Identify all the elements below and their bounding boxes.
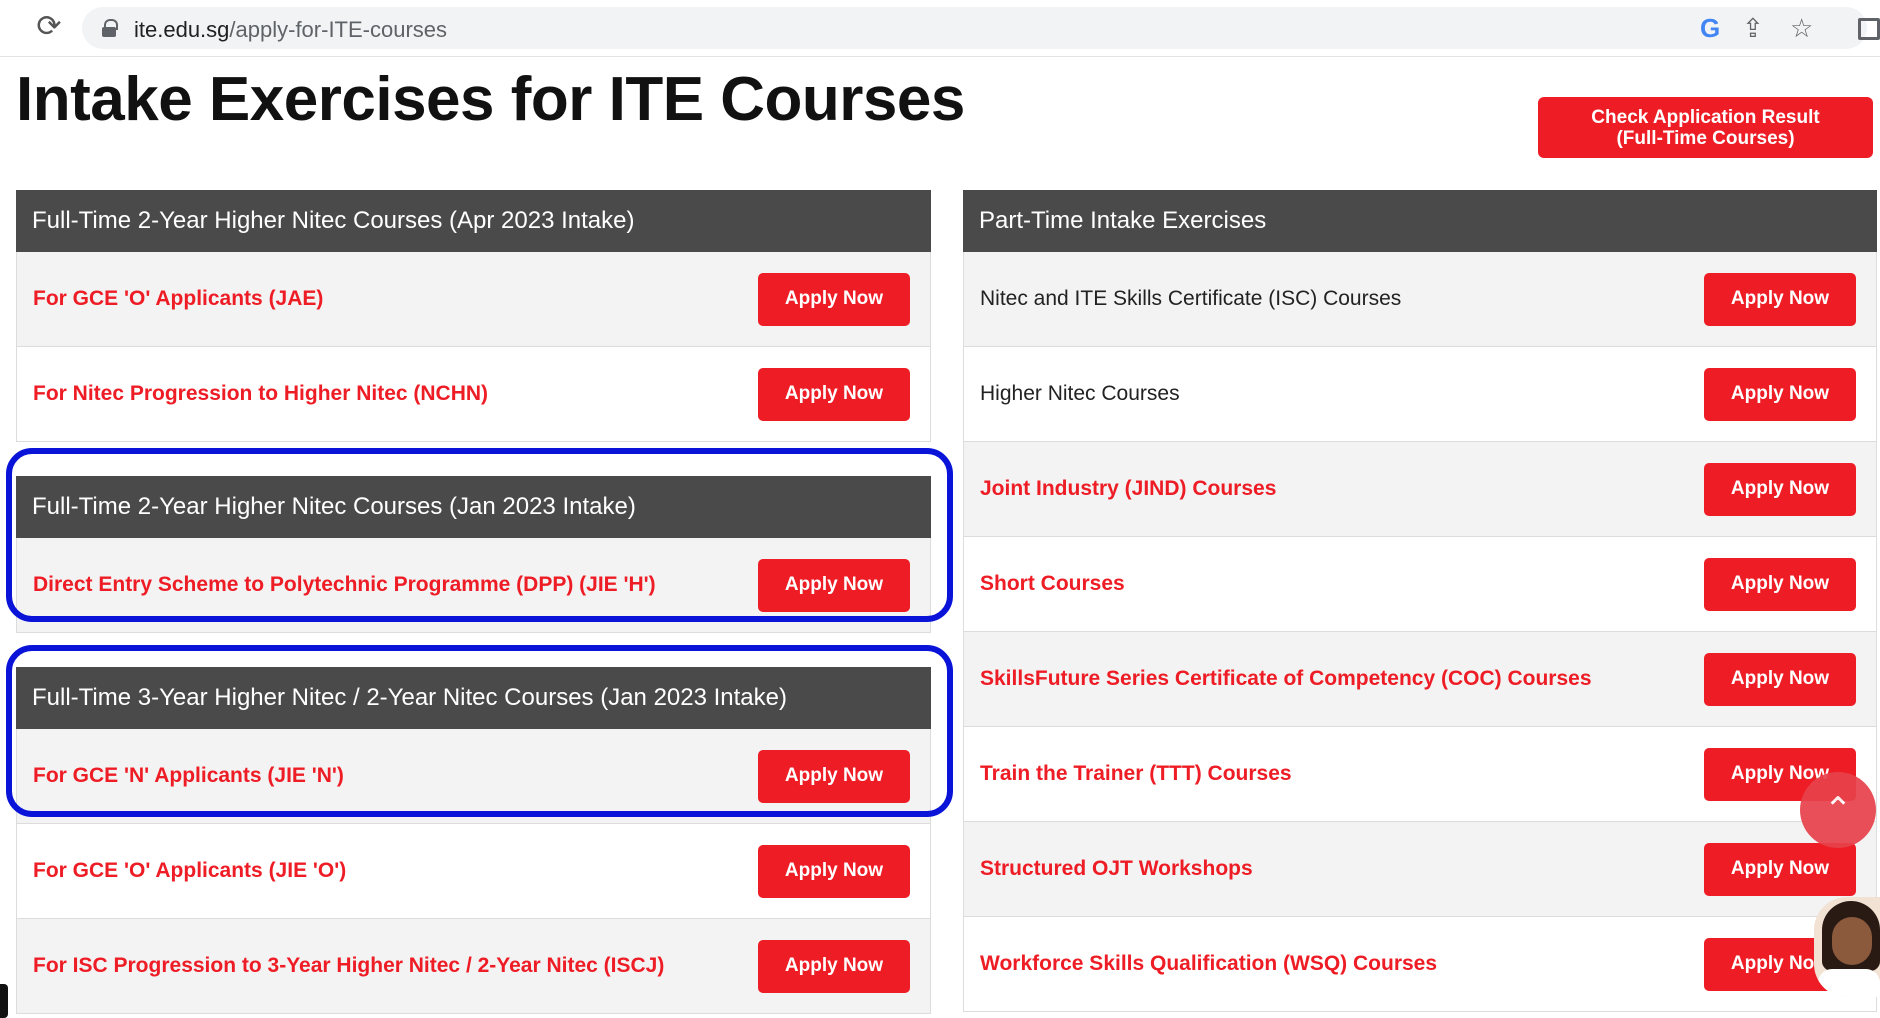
chat-assistant-avatar[interactable] <box>1814 897 1880 997</box>
apply-now-button[interactable]: Apply Now <box>758 844 910 898</box>
avatar-face <box>1832 917 1872 965</box>
apply-now-button[interactable]: Apply Now <box>758 558 910 612</box>
row-label-short-courses[interactable]: Short Courses <box>980 572 1125 596</box>
panel-header-text: Full-Time 3-Year Higher Nitec / 2-Year N… <box>32 684 787 711</box>
list-item: Nitec and ITE Skills Certificate (ISC) C… <box>963 252 1877 347</box>
list-item: Joint Industry (JIND) Courses Apply Now <box>963 442 1877 537</box>
check-result-line2: (Full-Time Courses) <box>1616 127 1795 149</box>
row-label-dpp[interactable]: Direct Entry Scheme to Polytechnic Progr… <box>33 573 656 597</box>
list-item: Short Courses Apply Now <box>963 537 1877 632</box>
row-label-iscj[interactable]: For ISC Progression to 3-Year Higher Nit… <box>33 954 664 978</box>
list-item: SkillsFuture Series Certificate of Compe… <box>963 632 1877 727</box>
apply-now-button[interactable]: Apply Now <box>1704 272 1856 326</box>
google-icon[interactable]: G <box>1700 15 1720 41</box>
panel-header-text: Part-Time Intake Exercises <box>979 207 1267 234</box>
url-text[interactable]: ite.edu.sg/apply-for-ITE-courses <box>134 17 447 43</box>
panel-header: Full-Time 2-Year Higher Nitec Courses (A… <box>16 190 931 252</box>
chevron-up-icon: ⌃ <box>1823 791 1853 829</box>
url-host: ite.edu.sg <box>134 17 230 42</box>
share-icon[interactable]: ⇪ <box>1742 15 1764 41</box>
list-item: Structured OJT Workshops Apply Now <box>963 822 1877 917</box>
apply-now-button[interactable]: Apply Now <box>758 939 910 993</box>
side-panel-icon[interactable] <box>1858 18 1880 40</box>
row-label-jind[interactable]: Joint Industry (JIND) Courses <box>980 477 1276 501</box>
row-label-jie-n[interactable]: For GCE 'N' Applicants (JIE 'N') <box>33 764 344 788</box>
browser-toolbar: ⟳ ite.edu.sg/apply-for-ITE-courses G ⇪ ☆ <box>0 0 1880 57</box>
panel-fulltime-apr-2023: Full-Time 2-Year Higher Nitec Courses (A… <box>16 190 931 442</box>
panel-part-time: Part-Time Intake Exercises Nitec and ITE… <box>963 190 1877 1012</box>
list-item: For GCE 'O' Applicants (JIE 'O') Apply N… <box>16 824 931 919</box>
edge-widget <box>0 984 8 1018</box>
check-result-line1: Check Application Result <box>1591 106 1820 128</box>
row-label-higher-nitec[interactable]: Higher Nitec Courses <box>980 382 1180 406</box>
list-item: Direct Entry Scheme to Polytechnic Progr… <box>16 538 931 633</box>
list-item: Higher Nitec Courses Apply Now <box>963 347 1877 442</box>
list-item: For ISC Progression to 3-Year Higher Nit… <box>16 919 931 1014</box>
row-label-wsq[interactable]: Workforce Skills Qualification (WSQ) Cou… <box>980 952 1437 976</box>
panel-header: Full-Time 2-Year Higher Nitec Courses (J… <box>16 476 931 538</box>
panel-header-text: Full-Time 2-Year Higher Nitec Courses (J… <box>32 493 636 520</box>
row-label-ttt[interactable]: Train the Trainer (TTT) Courses <box>980 762 1292 786</box>
panel-fulltime-jan-2023-higher-nitec: Full-Time 2-Year Higher Nitec Courses (J… <box>16 476 931 633</box>
row-label-jae[interactable]: For GCE 'O' Applicants (JAE) <box>33 287 323 311</box>
list-item: For Nitec Progression to Higher Nitec (N… <box>16 347 931 442</box>
back-to-top-button[interactable]: ⌃ <box>1800 772 1876 848</box>
panel-header-text: Full-Time 2-Year Higher Nitec Courses (A… <box>32 207 635 234</box>
list-item: Train the Trainer (TTT) Courses Apply No… <box>963 727 1877 822</box>
row-label-jie-o[interactable]: For GCE 'O' Applicants (JIE 'O') <box>33 859 346 883</box>
star-icon[interactable]: ☆ <box>1790 15 1813 41</box>
panel-header: Part-Time Intake Exercises <box>963 190 1877 252</box>
apply-now-button[interactable]: Apply Now <box>758 749 910 803</box>
list-item: For GCE 'O' Applicants (JAE) Apply Now <box>16 252 931 347</box>
apply-now-button[interactable]: Apply Now <box>1704 652 1856 706</box>
check-application-result-button[interactable]: Check Application Result (Full-Time Cour… <box>1538 97 1873 158</box>
url-path: /apply-for-ITE-courses <box>229 17 448 42</box>
panel-header: Full-Time 3-Year Higher Nitec / 2-Year N… <box>16 667 931 729</box>
row-label-nchn[interactable]: For Nitec Progression to Higher Nitec (N… <box>33 382 488 406</box>
row-label-ojt[interactable]: Structured OJT Workshops <box>980 857 1253 881</box>
apply-now-button[interactable]: Apply Now <box>1704 462 1856 516</box>
list-item: For GCE 'N' Applicants (JIE 'N') Apply N… <box>16 729 931 824</box>
apply-now-button[interactable]: Apply Now <box>1704 557 1856 611</box>
reload-icon[interactable]: ⟳ <box>34 12 64 42</box>
list-item: Workforce Skills Qualification (WSQ) Cou… <box>963 917 1877 1012</box>
row-label-nitec-isc[interactable]: Nitec and ITE Skills Certificate (ISC) C… <box>980 287 1401 311</box>
page-title: Intake Exercises for ITE Courses <box>16 65 965 134</box>
panel-fulltime-jan-2023-nitec: Full-Time 3-Year Higher Nitec / 2-Year N… <box>16 667 931 1014</box>
apply-now-button[interactable]: Apply Now <box>758 367 910 421</box>
address-bar[interactable]: ite.edu.sg/apply-for-ITE-courses G ⇪ ☆ <box>82 7 1867 49</box>
apply-now-button[interactable]: Apply Now <box>1704 367 1856 421</box>
apply-now-button[interactable]: Apply Now <box>758 272 910 326</box>
row-label-coc[interactable]: SkillsFuture Series Certificate of Compe… <box>980 667 1592 691</box>
avatar-shirt <box>1818 969 1880 997</box>
lock-icon[interactable] <box>102 19 118 37</box>
apply-now-button[interactable]: Apply Now <box>1704 842 1856 896</box>
